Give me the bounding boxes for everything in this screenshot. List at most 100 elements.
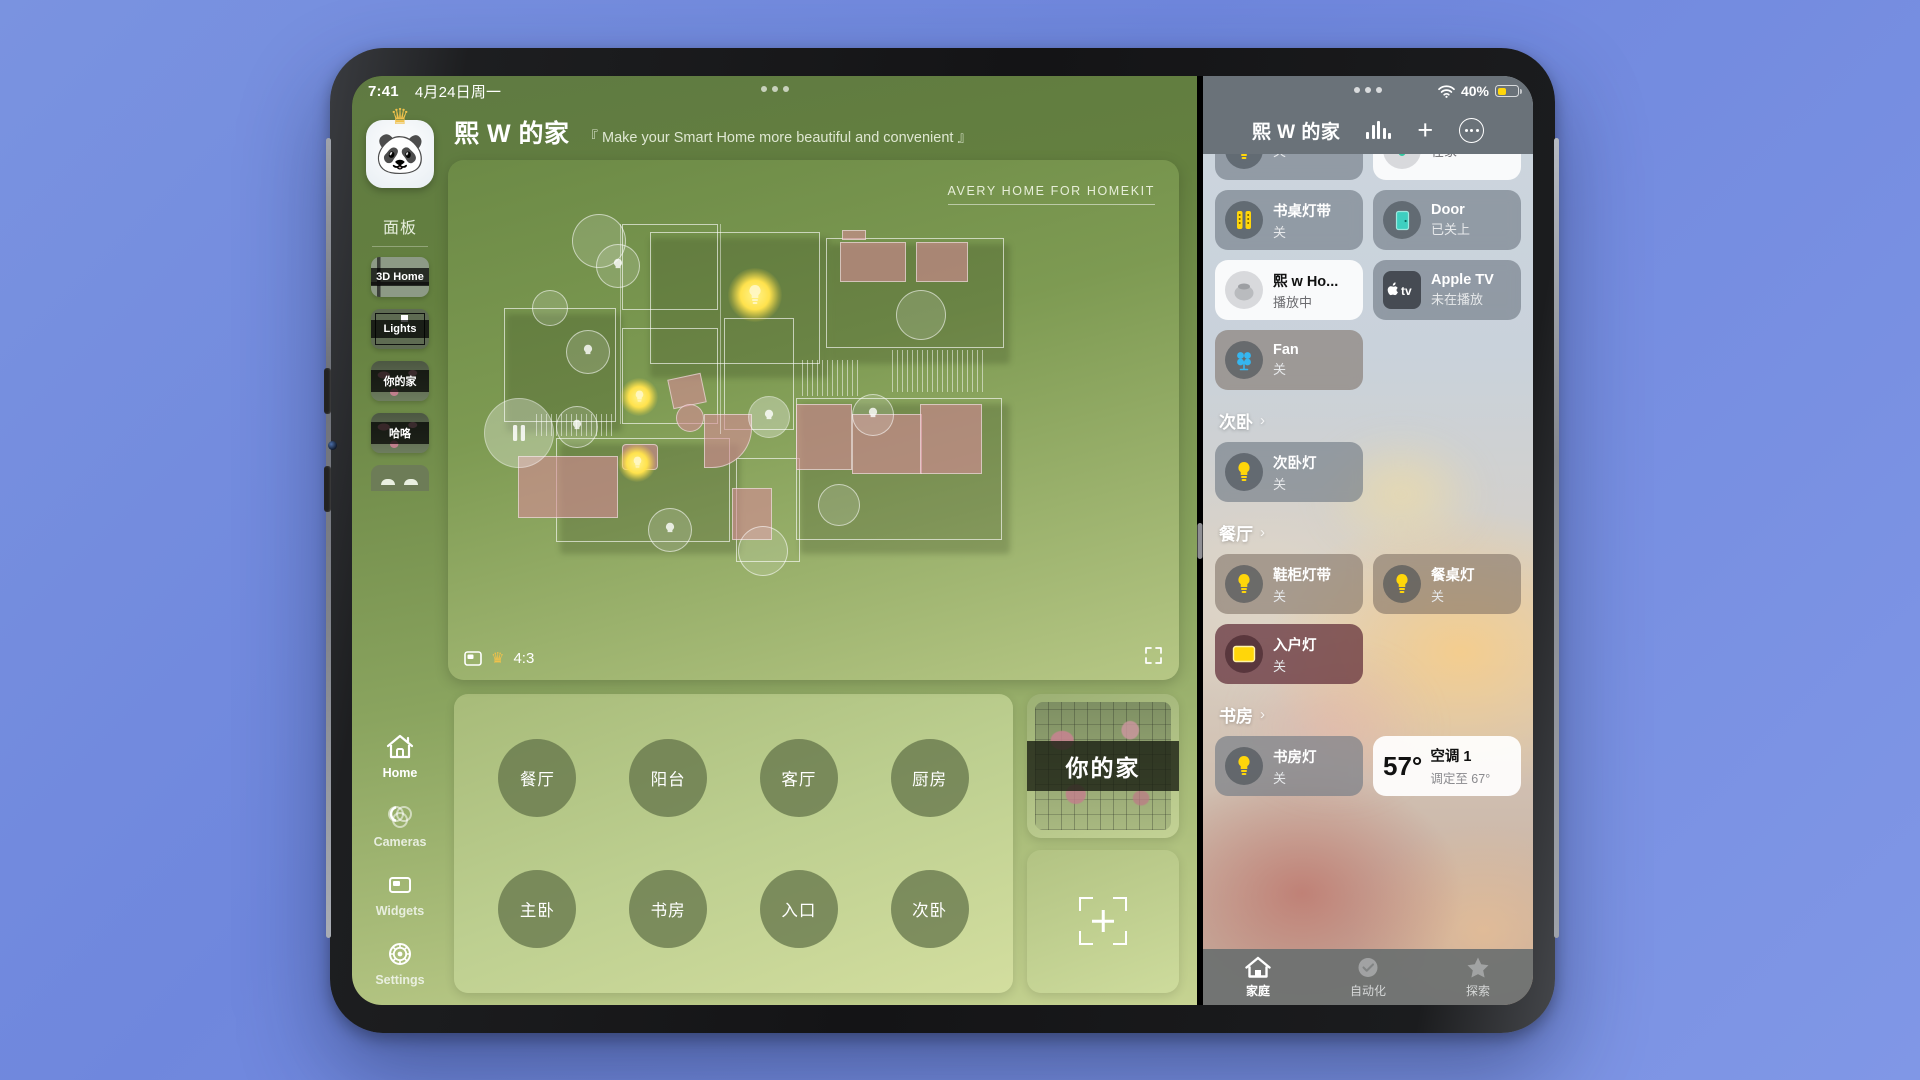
sidebar-nav: Home Cameras Widgets Settings: [374, 733, 426, 1005]
tile-air-conditioner[interactable]: 57° 空调 1 调定至 67°: [1373, 736, 1521, 796]
bulb-icon: [1225, 453, 1263, 491]
tile-shoe-cabinet-strip[interactable]: 鞋柜灯带 关: [1215, 554, 1363, 614]
split-view-handle[interactable]: [1197, 522, 1203, 559]
room-chip[interactable]: 阳台: [629, 738, 708, 817]
sidebar-item-home[interactable]: Home: [383, 733, 417, 780]
app-sidebar: ♛ 🐼 面板 3D Home Lights 你的家 哈咯 Home Camera…: [352, 106, 448, 1005]
tile-dining-table-light[interactable]: 餐桌灯 关: [1373, 554, 1521, 614]
sidebar-item-label: Widgets: [375, 904, 425, 918]
panel-thumb-lights[interactable]: Lights: [371, 309, 429, 349]
tile-state: 关: [1273, 770, 1287, 786]
expand-arrows-icon[interactable]: [1144, 646, 1163, 665]
tile-desk-lightstrip[interactable]: 书桌灯带 关: [1215, 190, 1363, 250]
volume-down-button[interactable]: [324, 466, 331, 512]
tile-clipped-light[interactable]: 关: [1215, 154, 1363, 180]
floorplan-device[interactable]: [896, 290, 946, 340]
panel-thumb-list: 3D Home Lights 你的家 哈咯: [371, 257, 429, 491]
tab-automation[interactable]: 自动化: [1313, 956, 1423, 999]
sidebar-section-label: 面板: [382, 220, 417, 237]
room-chip[interactable]: 餐厅: [498, 738, 577, 817]
tab-home[interactable]: 家庭: [1203, 956, 1313, 999]
room-chip[interactable]: 入口: [759, 870, 838, 949]
favorites-grid: 关 在家: [1215, 154, 1521, 390]
aspect-ratio-value[interactable]: 4:3: [513, 650, 534, 667]
aspect-frame-icon[interactable]: [464, 650, 482, 666]
floorplan-toolbar: ♛ 4:3: [448, 636, 1179, 680]
tile-apple-tv[interactable]: tv Apple TV 未在播放: [1373, 260, 1521, 320]
panel-thumb-3d-home[interactable]: 3D Home: [371, 257, 429, 297]
homekit-scroll-area[interactable]: 关 在家: [1203, 154, 1533, 1005]
chevron-right-icon: ›: [1260, 706, 1265, 723]
cameras-icon: [387, 806, 412, 828]
tile-fan[interactable]: Fan 关: [1215, 330, 1363, 390]
room-chip[interactable]: 主卧: [498, 870, 577, 949]
floorplan-light-on[interactable]: [728, 268, 782, 322]
floorplan-device[interactable]: [556, 406, 598, 448]
rooms-card: 餐厅 阳台 客厅 厨房 主卧 书房 入口 次卧: [454, 694, 1013, 993]
audio-levels-icon[interactable]: [1366, 121, 1392, 139]
tile-state: 关: [1273, 224, 1287, 240]
tile-state: 在家: [1431, 154, 1457, 160]
tile-title: 次卧灯: [1273, 455, 1317, 472]
floorplan-device[interactable]: [532, 290, 568, 326]
tile-homepod[interactable]: 熙 w Ho... 播放中: [1215, 260, 1363, 320]
room-chip[interactable]: 次卧: [890, 870, 969, 949]
sidebar-item-cameras[interactable]: Cameras: [374, 802, 426, 849]
scan-add-icon: [1079, 897, 1127, 946]
multitask-grabber[interactable]: [760, 86, 789, 92]
panel-thumb-hello[interactable]: 哈咯: [371, 413, 429, 453]
room-name: 餐厅: [1219, 525, 1253, 544]
tile-clipped-sensor[interactable]: 在家: [1373, 154, 1521, 180]
volume-up-button[interactable]: [324, 368, 331, 414]
add-home-card[interactable]: [1027, 849, 1179, 993]
tile-title: Door: [1431, 202, 1465, 218]
floorplan-device[interactable]: [648, 508, 692, 552]
tile-study-light[interactable]: 书房灯 关: [1215, 736, 1363, 796]
floorplan-light-on[interactable]: [620, 378, 658, 416]
homekit-title: 熙 W 的家: [1251, 121, 1341, 143]
page-title: 熙 W 的家: [454, 120, 570, 148]
floorplan-light-on[interactable]: [618, 444, 656, 482]
floorplan-device[interactable]: [818, 484, 860, 526]
tile-door[interactable]: Door 已关上: [1373, 190, 1521, 250]
floorplan-device[interactable]: [738, 526, 788, 576]
plus-icon[interactable]: +: [1417, 116, 1433, 144]
tile-state: 关: [1273, 476, 1287, 492]
tab-discover[interactable]: 探索: [1423, 956, 1533, 999]
panel-thumb-label: 3D Home: [371, 268, 429, 286]
avatar[interactable]: ♛ 🐼: [366, 106, 434, 188]
tile-title: 书桌灯带: [1273, 203, 1331, 220]
room-header-dining[interactable]: 餐厅 ›: [1219, 520, 1521, 545]
sidebar-item-settings[interactable]: Settings: [375, 940, 425, 987]
tile-secondary-bedroom-light[interactable]: 次卧灯 关: [1215, 442, 1363, 502]
floorplan-device[interactable]: [852, 394, 894, 436]
floorplan-brand-text: AVERY HOME FOR HOMEKIT: [947, 184, 1155, 198]
floorplan-card[interactable]: AVERY HOME FOR HOMEKIT ♛ 4:3: [448, 160, 1179, 680]
tile-state: 关: [1273, 658, 1287, 674]
tile-entry-light[interactable]: 入户灯 关: [1215, 624, 1363, 684]
temperature-value: 57°: [1383, 751, 1423, 781]
room-chip[interactable]: 客厅: [759, 738, 838, 817]
home-preview-card[interactable]: 你的家: [1027, 694, 1179, 838]
room-header-secondary-bedroom[interactable]: 次卧 ›: [1219, 408, 1521, 433]
floorplan-device[interactable]: [596, 244, 640, 288]
floorplan-device[interactable]: [748, 396, 790, 438]
homepod-icon: [1225, 271, 1263, 309]
room-header-study[interactable]: 书房 ›: [1219, 702, 1521, 727]
panel-thumb-partial[interactable]: [371, 465, 429, 491]
wifi-icon: [1438, 84, 1455, 98]
floorplan-device-pause[interactable]: [484, 398, 554, 468]
room-tiles-dining: 鞋柜灯带 关 餐桌灯 关 入户灯 关: [1215, 554, 1521, 684]
room-chip[interactable]: 厨房: [890, 738, 969, 817]
sidebar-item-widgets[interactable]: Widgets: [375, 871, 425, 918]
panel-light-icon: [1225, 635, 1263, 673]
home-icon: [1245, 956, 1271, 978]
status-date: 4月24日周一: [414, 83, 502, 101]
room-chip[interactable]: 书房: [629, 870, 708, 949]
more-ellipsis-icon[interactable]: [1459, 117, 1485, 143]
multitask-grabber[interactable]: [1354, 87, 1382, 93]
tile-state: 关: [1431, 588, 1445, 604]
floorplan-device[interactable]: [566, 330, 610, 374]
rooms-and-previews-row: 餐厅 阳台 客厅 厨房 主卧 书房 入口 次卧 你的家: [448, 680, 1179, 1005]
panel-thumb-your-home[interactable]: 你的家: [371, 361, 429, 401]
